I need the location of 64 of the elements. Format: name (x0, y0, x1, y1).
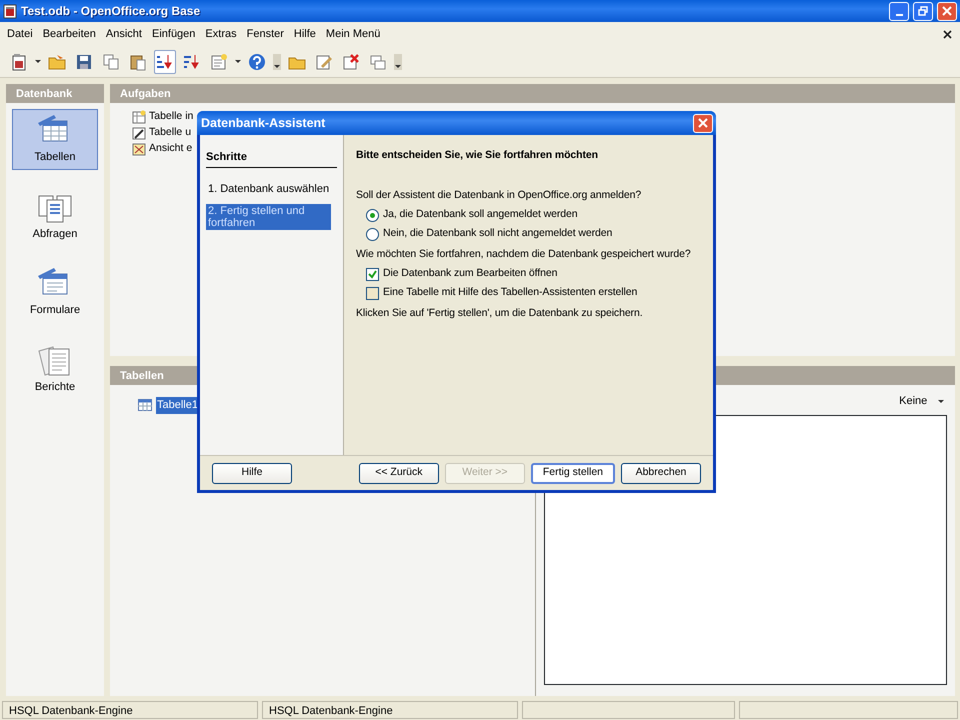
check-icon (368, 270, 377, 279)
restore-button[interactable] (913, 2, 933, 20)
page-heading: Bitte entscheiden Sie, wie Sie fortfahren möchten (356, 148, 599, 163)
caret-icon[interactable] (235, 60, 241, 63)
restore-icon (918, 6, 928, 16)
question-text: Wie möchten Sie fortfahren, nachdem die Datenbank gespeichert wurde? (356, 247, 692, 262)
panel-header: Aufgaben (110, 84, 955, 103)
category-item[interactable]: Abfragen (12, 186, 98, 246)
minimize-button[interactable] (889, 2, 909, 20)
close-document-icon[interactable] (943, 30, 952, 38)
step-item[interactable]: 1. Datenbank auswählen (206, 182, 337, 196)
task-link[interactable]: Ansicht e (149, 140, 192, 156)
close-button[interactable] (937, 2, 957, 20)
minimize-icon (896, 14, 902, 16)
status-field: HSQL Datenbank-Engine (2, 701, 258, 719)
status-field: HSQL Datenbank-Engine (262, 701, 518, 719)
window-title: Test.odb - OpenOffice.org Base (21, 3, 200, 20)
menu-item[interactable]: Extras (200, 24, 242, 44)
menu-item[interactable]: Bearbeiten (38, 24, 101, 44)
category-label: Berichte (34, 380, 76, 394)
menu-item[interactable]: Hilfe (288, 24, 321, 44)
step-item[interactable]: 2. Fertig stellen und fortfahren (206, 204, 331, 230)
checkbox[interactable] (366, 268, 379, 281)
radio-button[interactable] (366, 208, 379, 222)
radio-button[interactable] (366, 228, 379, 240)
steps-heading: Schritte (206, 149, 337, 168)
hint-text: Klicken Sie auf 'Fertig stellen', um die Datenbank zu speichern. (356, 306, 644, 322)
category-label: Formulare (30, 303, 80, 318)
close-button[interactable] (693, 114, 713, 132)
dialog-button[interactable]: << Zurück (358, 462, 439, 484)
document-icon (3, 4, 17, 18)
task-link[interactable]: Tabelle in (149, 108, 194, 124)
category-label: Abfragen (32, 226, 78, 242)
checkbox[interactable] (366, 286, 379, 300)
table-icon (138, 399, 152, 412)
category-label: Tabellen (34, 150, 76, 165)
radio-label: Nein, die Datenbank soll nicht angemeldet werden (383, 226, 612, 242)
close-icon (698, 118, 708, 128)
radio-label: Ja, die Datenbank soll angemeldet werden (383, 207, 578, 222)
checkbox-label: Eine Tabelle mit Hilfe des Tabellen-Assistenten erstellen (383, 285, 638, 300)
checkbox-label: Die Datenbank zum Bearbeiten öffnen (383, 266, 558, 282)
task-link[interactable]: Tabelle u (149, 124, 192, 140)
caret-icon[interactable] (35, 60, 41, 63)
category-item[interactable]: Tabellen (12, 109, 98, 170)
category-item[interactable]: Berichte (12, 338, 98, 399)
table-item[interactable]: Tabelle1 (156, 397, 199, 414)
panel-header: Datenbank (6, 84, 104, 103)
question-text: Soll der Assistent die Datenbank in OpenOffice.org anmelden? (356, 188, 642, 203)
menu-item[interactable]: Ansicht (100, 24, 147, 44)
table-icon (132, 110, 146, 124)
close-icon (942, 6, 952, 16)
sort-ascending-tool[interactable] (154, 50, 176, 74)
menu-item[interactable]: Fenster (242, 24, 289, 44)
menu-item[interactable]: Einfügen (146, 24, 200, 44)
menu-item[interactable]: Mein Menü (320, 24, 386, 44)
dialog-button[interactable]: Abbrechen (621, 462, 701, 484)
help-button[interactable]: Hilfe (212, 462, 292, 484)
category-item[interactable]: Formulare (12, 262, 98, 322)
caret-icon (938, 400, 944, 403)
preview-dropdown[interactable]: Keine (899, 393, 944, 410)
overflow-icon[interactable] (273, 54, 281, 70)
dialog-title: Datenbank-Assistent (201, 114, 326, 132)
overflow-icon[interactable] (394, 54, 402, 70)
menu-item[interactable]: Datei (2, 24, 38, 44)
